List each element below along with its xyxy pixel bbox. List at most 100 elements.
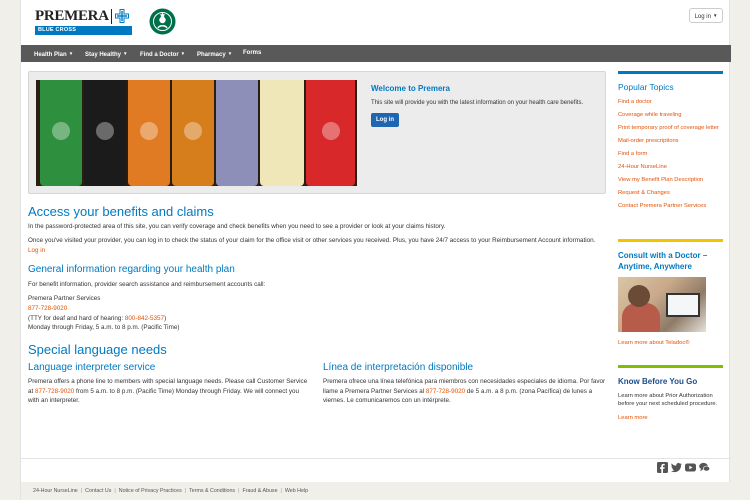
general-hours: Monday through Friday, 5 a.m. to 8 p.m. … (28, 324, 180, 331)
person-body (622, 303, 660, 332)
apron-red (306, 80, 355, 186)
footer-separator: | (238, 488, 240, 494)
welcome-text: This site will provide you with the late… (371, 100, 584, 106)
welcome-title: Welcome to Premera (371, 84, 450, 93)
aprons-image (36, 80, 357, 186)
footer-link[interactable]: Notice of Privacy Practices (119, 488, 182, 494)
tty-phone-link[interactable]: 800-842-5357 (125, 315, 164, 322)
apron-amber (172, 80, 214, 186)
know-text: Learn more about Prior Authorization bef… (618, 393, 718, 408)
topic-link[interactable]: Find a doctor (618, 98, 723, 106)
caret-down-icon: ▼ (712, 13, 718, 18)
general-phone-link[interactable]: 877-728-9020 (28, 304, 67, 314)
footer-links: 24-Hour NurseLine | Contact Us | Notice of P… (33, 488, 308, 495)
access-login-link[interactable]: Log in (28, 246, 45, 256)
apron-logo (96, 122, 114, 140)
nav-item-pharmacy[interactable]: Pharmacy ▼ (197, 45, 232, 62)
topic-link[interactable]: Request & Changes (618, 189, 723, 197)
teladoc-promo: Consult with a Doctor – Anytime, Anywher… (618, 239, 723, 352)
twitter-icon[interactable] (671, 462, 682, 473)
logo-divider (111, 9, 112, 24)
nav-item-forms[interactable]: Forms (243, 45, 261, 62)
apron-cream (260, 80, 304, 186)
starbucks-logo (149, 8, 176, 35)
topic-link[interactable]: Find a form (618, 150, 723, 158)
login-button[interactable]: Log in (371, 113, 399, 127)
footer-link[interactable]: 24-Hour NurseLine (33, 488, 78, 494)
logo-band: BLUE CROSS (35, 26, 132, 35)
apron-green (40, 80, 82, 186)
footer-separator: | (80, 488, 83, 494)
popular-topics: Popular Topics Find a doctor Coverage wh… (618, 71, 723, 215)
premera-logo[interactable]: PREMERA BLUE CROSS (35, 8, 133, 36)
logo-wordmark: PREMERA (35, 8, 109, 24)
topic-link[interactable]: View my Benefit Plan Description (618, 176, 723, 184)
nav-item-find-a-doctor[interactable]: Find a Doctor ▼ (140, 45, 185, 62)
apron-logo (184, 122, 202, 140)
know-title: Know Before You Go (618, 377, 698, 386)
teladoc-title: Consult with a Doctor – Anytime, Anywher… (618, 251, 708, 271)
en-phone-link[interactable]: 877-728-9020 (35, 388, 74, 395)
youtube-icon[interactable] (685, 462, 696, 473)
general-org: Premera Partner Services (28, 295, 101, 302)
nav-item-label: Forms (243, 50, 262, 56)
footer-separator: | (184, 488, 187, 494)
tty-suffix: ) (164, 315, 167, 322)
language-en-title: Language interpreter service (28, 362, 156, 373)
caret-down-icon: ▼ (68, 51, 74, 56)
teladoc-link[interactable]: Learn more about Teladoc® (618, 339, 723, 347)
person-head (628, 285, 650, 307)
nav-item-label: Find a Doctor (140, 52, 179, 58)
nav-item-label: Health Plan (34, 52, 67, 58)
caret-down-icon: ▼ (123, 51, 128, 56)
footer-link[interactable]: Fraud & Abuse (242, 488, 277, 494)
footer-divider (21, 458, 731, 459)
access-title: Access your benefits and claims (28, 204, 214, 219)
know-link[interactable]: Learn more (618, 414, 723, 422)
general-title: General information regarding your healt… (28, 264, 235, 275)
access-paragraph-1: In the password-protected area of this s… (28, 223, 446, 230)
footer-link[interactable]: Web Help (285, 488, 308, 494)
access-paragraph-2: Once you've visited your provider, you c… (28, 237, 596, 244)
footer-link[interactable]: Contact Us (85, 488, 111, 494)
chat-icon[interactable] (699, 462, 710, 473)
topic-link[interactable]: 24-Hour NurseLine (618, 163, 723, 171)
footer-separator: | (114, 488, 116, 494)
footer-separator: | (280, 488, 282, 494)
nav-item-health-plan[interactable]: Health Plan ▼ (34, 45, 73, 62)
footer-link[interactable]: Terms & Conditions (189, 488, 235, 494)
apron-logo (321, 122, 340, 140)
topic-link[interactable]: Mail-order prescriptions (618, 137, 723, 145)
topic-link[interactable]: Contact Premera Partner Services (618, 202, 723, 210)
apron-logo (140, 122, 158, 140)
nav-item-stay-healthy[interactable]: Stay Healthy ▼ (85, 45, 127, 62)
general-intro: For benefit information, provider search… (28, 281, 266, 288)
laptop-screen (666, 293, 700, 317)
tty-prefix: (TTY for deaf and hard of hearing: (28, 315, 125, 322)
language-es-text: Premera ofrece una línea telefónica para… (323, 377, 607, 406)
blue-cross-icon (115, 9, 129, 23)
caret-down-icon: ▼ (227, 51, 233, 56)
apron-orange (128, 80, 170, 186)
nav-item-label: Pharmacy (197, 52, 226, 58)
language-en-text: Premera offers a phone line to members w… (28, 377, 310, 406)
site-footer: 24-Hour NurseLine | Contact Us | Notice of P… (21, 482, 731, 500)
popular-topics-title: Popular Topics (618, 82, 674, 92)
login-dropdown-label: Log in (694, 14, 711, 20)
main-nav: Health Plan ▼ Stay Healthy ▼ Find a Doctor… (21, 45, 731, 62)
welcome-hero: Welcome to Premera This site will provid… (28, 71, 606, 194)
topic-link[interactable]: Coverage while traveling (618, 111, 723, 119)
login-dropdown[interactable]: Log in ▼ (689, 8, 723, 23)
language-es-title: Línea de interpretación disponible (323, 362, 474, 373)
teladoc-image (618, 277, 706, 332)
apron-black (84, 80, 126, 186)
apron-lavender (216, 80, 258, 186)
facebook-icon[interactable] (657, 462, 668, 473)
caret-down-icon: ▼ (180, 51, 186, 56)
nav-item-label: Stay Healthy (85, 52, 122, 58)
site-header: PREMERA BLUE CROSS Log in ▼ (21, 0, 731, 45)
apron-logo (52, 122, 70, 140)
topic-link[interactable]: Print temporary proof of coverage letter (618, 124, 723, 132)
es-phone-link[interactable]: 877-728-9020 (426, 388, 465, 395)
page: PREMERA BLUE CROSS Log in ▼ Health Plan ▼ … (20, 0, 731, 500)
